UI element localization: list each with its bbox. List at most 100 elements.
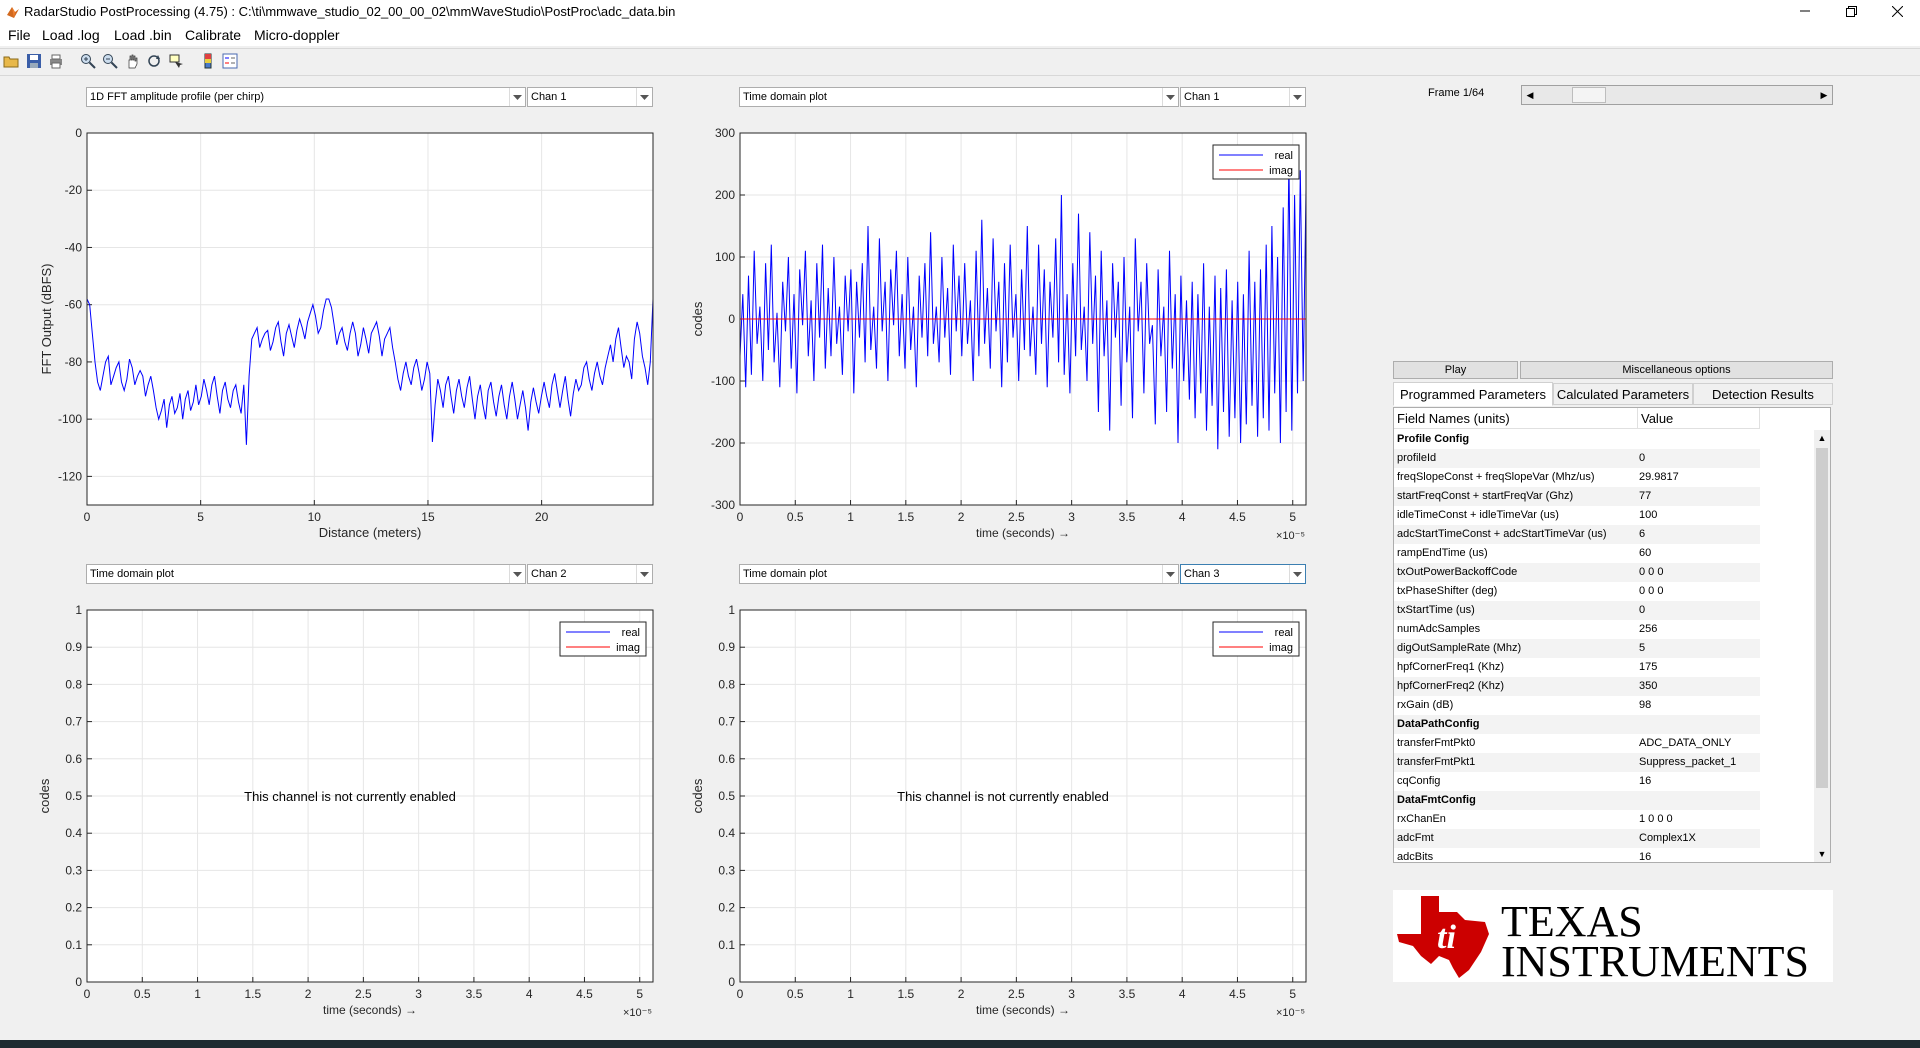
menu-load-bin[interactable]: Load .bin xyxy=(114,27,172,43)
legend-icon[interactable] xyxy=(222,53,238,69)
channel-select-4[interactable]: Chan 3 xyxy=(1180,564,1306,584)
tab-detection-results[interactable]: Detection Results xyxy=(1693,383,1833,405)
plot-type-select-2[interactable]: Time domain plot xyxy=(739,87,1179,107)
table-row[interactable]: txOutPowerBackoffCode 0 0 0 xyxy=(1394,563,1760,582)
header-field-names[interactable]: Field Names (units) xyxy=(1394,408,1638,429)
plot-type-select-3[interactable]: Time domain plot xyxy=(86,564,526,584)
slider-left-arrow-icon[interactable]: ◀ xyxy=(1522,86,1538,104)
table-section-row[interactable]: DataPathConfig xyxy=(1394,715,1760,734)
menu-file[interactable]: File xyxy=(8,27,31,43)
scroll-thumb[interactable] xyxy=(1816,448,1828,788)
value-cell: 350 xyxy=(1639,680,1658,692)
tick-label-y: 0.2 xyxy=(65,901,82,915)
x-axis-exponent: ×10⁻⁵ xyxy=(1276,1007,1305,1019)
scroll-down-icon[interactable]: ▼ xyxy=(1814,846,1830,862)
tick-label-y: 0.8 xyxy=(65,677,82,691)
x-axis-label: time (seconds) → xyxy=(976,1003,1070,1017)
field-name-cell: txStartTime (us) xyxy=(1397,604,1475,616)
field-name-cell: Profile Config xyxy=(1397,433,1470,445)
close-button[interactable] xyxy=(1874,0,1920,22)
rotate-icon[interactable] xyxy=(146,53,162,69)
table-row[interactable]: transferFmtPkt1 Suppress_packet_1 xyxy=(1394,753,1760,772)
table-row[interactable]: freqSlopeConst + freqSlopeVar (Mhz/us) 29… xyxy=(1394,468,1760,487)
tick-label-y: -60 xyxy=(65,298,83,312)
save-icon[interactable] xyxy=(26,53,42,69)
table-row[interactable]: rampEndTime (us) 60 xyxy=(1394,544,1760,563)
table-row[interactable]: idleTimeConst + idleTimeVar (us) 100 xyxy=(1394,506,1760,525)
table-scrollbar[interactable]: ▲ ▼ xyxy=(1814,430,1830,862)
tick-label-y: -40 xyxy=(65,240,83,254)
zoom-out-icon[interactable] xyxy=(102,53,118,69)
tab-calculated-parameters[interactable]: Calculated Parameters xyxy=(1553,383,1693,405)
table-row[interactable]: adcBits 16 xyxy=(1394,848,1760,862)
tick-label-x: 10 xyxy=(308,510,322,524)
table-row[interactable]: numAdcSamples 256 xyxy=(1394,620,1760,639)
field-name-cell: cqConfig xyxy=(1397,775,1441,787)
slider-thumb[interactable] xyxy=(1572,87,1606,103)
zoom-in-icon[interactable] xyxy=(80,53,96,69)
tick-label-x: 1.5 xyxy=(897,510,914,524)
scroll-up-icon[interactable]: ▲ xyxy=(1814,430,1830,446)
menu-load-log[interactable]: Load .log xyxy=(42,27,100,43)
axes-border xyxy=(739,609,1307,983)
table-section-row[interactable]: DataFmtConfig xyxy=(1394,791,1760,810)
frame-slider[interactable]: ◀ ▶ xyxy=(1521,85,1833,105)
tick-label-x: 0 xyxy=(84,510,91,524)
tick-label-x: 2.5 xyxy=(1008,987,1025,1001)
pan-icon[interactable] xyxy=(124,53,140,69)
table-row[interactable]: hpfCornerFreq2 (Khz) 350 xyxy=(1394,677,1760,696)
table-row[interactable]: transferFmtPkt0 ADC_DATA_ONLY xyxy=(1394,734,1760,753)
tick-label-y: 0.3 xyxy=(65,863,82,877)
table-row[interactable]: startFreqConst + startFreqVar (Ghz) 77 xyxy=(1394,487,1760,506)
play-button[interactable]: Play xyxy=(1393,361,1518,379)
table-section-row[interactable]: Profile Config xyxy=(1394,430,1760,449)
slider-right-arrow-icon[interactable]: ▶ xyxy=(1816,86,1832,104)
channel-select-1[interactable]: Chan 1 xyxy=(527,87,653,107)
tab-programmed-parameters[interactable]: Programmed Parameters xyxy=(1393,382,1553,406)
channel-disabled-message: This channel is not currently enabled xyxy=(244,789,456,804)
chart-4: 0 0.5 1 1.5 2 2.5 3 3.5 4 4.5 5 1 0.9 0.8 0.7 0.6 0.5 0.4… xyxy=(690,603,1307,1019)
plot-type-select-1[interactable]: 1D FFT amplitude profile (per chirp) xyxy=(86,87,526,107)
table-row[interactable]: cqConfig 16 xyxy=(1394,772,1760,791)
plot-area xyxy=(740,610,1306,982)
real-series-line xyxy=(739,157,1307,450)
channel-select-2[interactable]: Chan 1 xyxy=(1180,87,1306,107)
menu-calibrate[interactable]: Calibrate xyxy=(185,27,241,43)
open-icon[interactable] xyxy=(3,53,19,69)
table-row[interactable]: profileId 0 xyxy=(1394,449,1760,468)
tick-label-y: -200 xyxy=(711,436,735,450)
tick-label-y: -20 xyxy=(65,183,83,197)
minimize-button[interactable] xyxy=(1782,0,1828,22)
table-row[interactable]: adcFmt Complex1X xyxy=(1394,829,1760,848)
table-row[interactable]: hpfCornerFreq1 (Khz) 175 xyxy=(1394,658,1760,677)
y-axis-label: codes xyxy=(690,778,705,813)
misc-options-button[interactable]: Miscellaneous options xyxy=(1520,361,1833,379)
table-row[interactable]: digOutSampleRate (Mhz) 5 xyxy=(1394,639,1760,658)
channel-select-3[interactable]: Chan 2 xyxy=(527,564,653,584)
plot-area xyxy=(87,133,653,505)
table-row[interactable]: txPhaseShifter (deg) 0 0 0 xyxy=(1394,582,1760,601)
tick-label-y: 1 xyxy=(728,603,735,617)
table-row[interactable]: rxChanEn 1 0 0 0 xyxy=(1394,810,1760,829)
tick-label-x: 0.5 xyxy=(134,987,151,1001)
channel-value-3: Chan 2 xyxy=(531,568,567,580)
plot-type-select-4[interactable]: Time domain plot xyxy=(739,564,1179,584)
tick-label-x: 2 xyxy=(958,987,965,1001)
header-value[interactable]: Value xyxy=(1638,408,1760,429)
table-row[interactable]: rxGain (dB) 98 xyxy=(1394,696,1760,715)
print-icon[interactable] xyxy=(48,53,64,69)
tick-label-x: 5 xyxy=(636,987,643,1001)
field-name-cell: digOutSampleRate (Mhz) xyxy=(1397,642,1522,654)
colorbar-icon[interactable] xyxy=(200,53,216,69)
restore-button[interactable] xyxy=(1828,0,1874,22)
table-row[interactable]: adcStartTimeConst + adcStartTimeVar (us)… xyxy=(1394,525,1760,544)
table-row[interactable]: txStartTime (us) 0 xyxy=(1394,601,1760,620)
tick-label-y: 0.8 xyxy=(718,677,735,691)
field-name-cell: rampEndTime (us) xyxy=(1397,547,1488,559)
value-cell: 16 xyxy=(1639,775,1652,787)
field-name-cell: rxGain (dB) xyxy=(1397,699,1454,711)
value-cell: 5 xyxy=(1639,642,1646,654)
data-cursor-icon[interactable] xyxy=(168,53,184,69)
tick-label-x: 0 xyxy=(737,510,744,524)
menu-micro-doppler[interactable]: Micro-doppler xyxy=(254,27,340,43)
